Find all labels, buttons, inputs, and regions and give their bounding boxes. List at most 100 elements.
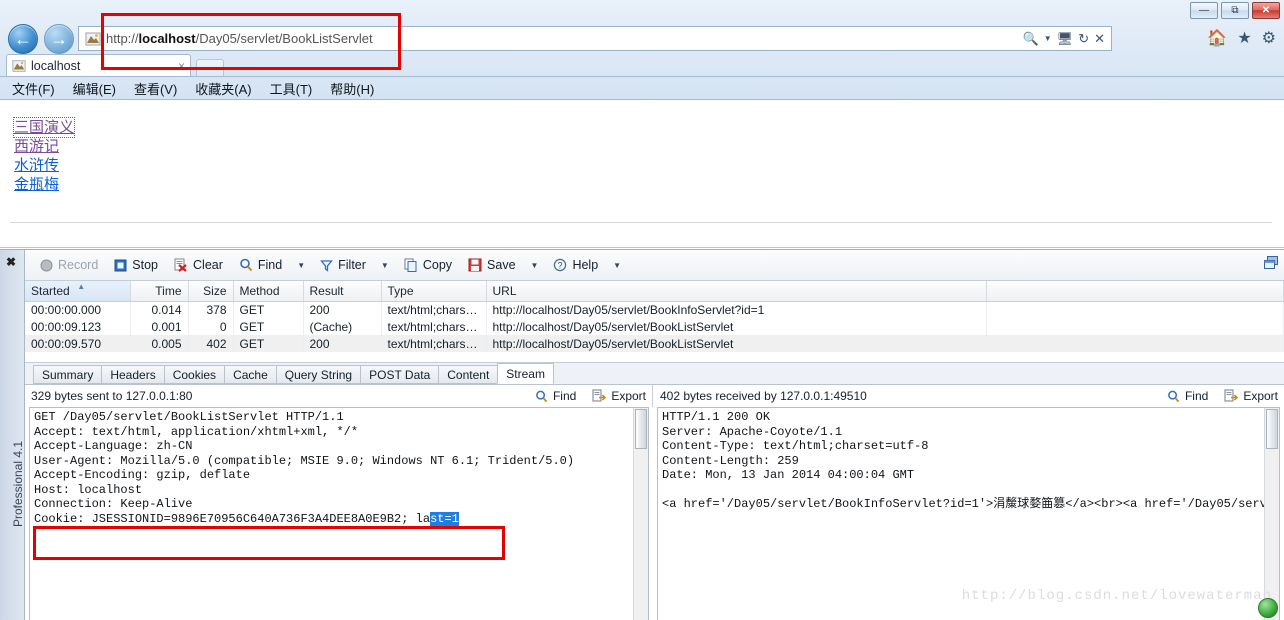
response-find-button[interactable]: Find xyxy=(1167,389,1208,403)
save-label: Save xyxy=(487,258,516,272)
tab-headers[interactable]: Headers xyxy=(101,365,165,384)
tools-gear-icon[interactable]: ⚙ xyxy=(1262,28,1276,48)
address-prefix: http:// xyxy=(106,31,139,46)
menu-item-tools[interactable]: 工具(T) xyxy=(268,78,315,99)
response-export-button[interactable]: Export xyxy=(1224,389,1278,403)
minimize-button[interactable]: — xyxy=(1190,2,1218,19)
stream-status-bars: 329 bytes sent to 127.0.0.1:80 Find Expo… xyxy=(25,385,1284,407)
refresh-icon[interactable]: ↻ xyxy=(1078,31,1089,47)
book-link-3[interactable]: 水浒传 xyxy=(14,156,59,175)
column-header-url[interactable]: URL xyxy=(486,281,987,302)
search-icon xyxy=(536,390,548,402)
help-label: Help xyxy=(572,258,599,272)
menu-item-edit[interactable]: 编辑(E) xyxy=(71,78,118,99)
find-button[interactable]: Find xyxy=(232,255,289,275)
page-viewport: 三国演义 西游记 水浒传 金瓶梅 xyxy=(0,100,1284,248)
back-arrow-icon: ← xyxy=(14,29,32,49)
forward-arrow-icon: → xyxy=(50,29,68,49)
screenshot-root: — ⧉ ✕ ← → http://localhost/Day05/servlet… xyxy=(0,0,1284,620)
stop-button[interactable]: Stop xyxy=(107,255,165,275)
help-button[interactable]: ? Help xyxy=(546,255,605,275)
cell-size: 378 xyxy=(188,301,234,318)
cell-url: http://localhost/Day05/servlet/BookListS… xyxy=(486,318,987,335)
request-export-button[interactable]: Export xyxy=(592,389,646,403)
browser-tab-localhost[interactable]: localhost × xyxy=(6,54,191,77)
address-bar-tools: 🔍 ▼ 🖥 ↻ ✕ xyxy=(1023,31,1107,47)
column-header-type[interactable]: Type xyxy=(381,281,487,302)
save-button[interactable]: Save xyxy=(461,255,523,275)
clear-button[interactable]: Clear xyxy=(167,255,230,275)
menu-item-favorites[interactable]: 收藏夹(A) xyxy=(193,78,253,99)
tab-post-data[interactable]: POST Data xyxy=(360,365,440,384)
column-header-result[interactable]: Result xyxy=(303,281,382,302)
window-controls: — ⧉ ✕ xyxy=(1190,2,1280,19)
table-row[interactable]: 00:00:00.000 0.014 378 GET 200 text/html… xyxy=(25,301,1284,318)
tab-cache[interactable]: Cache xyxy=(224,365,277,384)
book-link-1[interactable]: 三国演义 xyxy=(12,117,76,138)
book-link-2[interactable]: 西游记 xyxy=(14,137,59,156)
scrollbar-thumb[interactable] xyxy=(635,409,647,449)
new-tab-button[interactable] xyxy=(196,59,224,77)
compatibility-view-icon[interactable]: 🖥 xyxy=(1057,31,1074,47)
httpwatch-restore-window-button[interactable] xyxy=(1263,255,1280,277)
record-circle-icon xyxy=(40,259,53,271)
table-row[interactable]: 00:00:09.570 0.005 402 GET 200 text/html… xyxy=(25,335,1284,352)
cell-started: 00:00:09.123 xyxy=(25,318,131,335)
cell-url: http://localhost/Day05/servlet/BookInfoS… xyxy=(486,301,987,318)
request-pane-scrollbar[interactable] xyxy=(633,408,648,620)
record-button[interactable]: Record xyxy=(33,255,105,275)
home-icon[interactable]: 🏠 xyxy=(1207,28,1227,48)
favorites-star-icon[interactable]: ★ xyxy=(1237,28,1251,48)
httpwatch-close-icon[interactable]: ✖ xyxy=(6,255,16,269)
tab-summary[interactable]: Summary xyxy=(33,365,103,384)
column-header-size[interactable]: Size xyxy=(188,281,234,302)
tab-stream[interactable]: Stream xyxy=(497,363,554,384)
tab-query-string[interactable]: Query String xyxy=(275,365,362,384)
response-status-bar: 402 bytes received by 127.0.0.1:49510 Fi… xyxy=(654,385,1284,407)
tab-cookies[interactable]: Cookies xyxy=(163,365,226,384)
response-bytes-label: 402 bytes received by 127.0.0.1:49510 xyxy=(660,389,867,403)
copy-icon xyxy=(404,258,417,272)
filter-dropdown-chevron-down-icon[interactable]: ▼ xyxy=(375,258,395,273)
browser-toolbar-icons: 🏠 ★ ⚙ xyxy=(1207,28,1276,48)
book-link-4[interactable]: 金瓶梅 xyxy=(14,175,59,194)
restore-button[interactable]: ⧉ xyxy=(1221,2,1249,19)
chevron-down-icon[interactable]: ▼ xyxy=(1044,34,1052,43)
column-header-method[interactable]: Method xyxy=(233,281,304,302)
tab-close-icon[interactable]: × xyxy=(178,59,185,73)
find-dropdown-chevron-down-icon[interactable]: ▼ xyxy=(291,258,311,273)
find-label: Find xyxy=(257,258,283,272)
copy-button[interactable]: Copy xyxy=(397,255,459,275)
help-question-icon: ? xyxy=(554,258,567,272)
stop-label: Stop xyxy=(132,258,159,272)
menu-item-help[interactable]: 帮助(H) xyxy=(328,78,376,99)
menu-item-view[interactable]: 查看(V) xyxy=(132,78,179,99)
stop-icon[interactable]: ✕ xyxy=(1094,31,1105,47)
save-dropdown-chevron-down-icon[interactable]: ▼ xyxy=(525,258,545,273)
column-header-time[interactable]: Time xyxy=(130,281,189,302)
cell-filler xyxy=(986,301,1284,318)
close-button[interactable]: ✕ xyxy=(1252,2,1280,19)
cell-method: GET xyxy=(233,318,304,335)
help-dropdown-chevron-down-icon[interactable]: ▼ xyxy=(607,258,627,273)
filter-button[interactable]: Filter xyxy=(313,255,373,275)
httpwatch-panel: ✖ Professional 4.1 Record Stop Clear Fin… xyxy=(0,249,1284,620)
browser-chrome: — ⧉ ✕ ← → http://localhost/Day05/servlet… xyxy=(0,0,1284,100)
column-header-started[interactable]: ▲ Started xyxy=(25,281,131,302)
table-row[interactable]: 00:00:09.123 0.001 0 GET (Cache) text/ht… xyxy=(25,318,1284,335)
watermark-text: http://blog.csdn.net/lovewaterman xyxy=(961,588,1272,604)
address-bar[interactable]: http://localhost/Day05/servlet/BookListS… xyxy=(78,26,1112,51)
export-icon xyxy=(1224,389,1239,402)
cell-started: 00:00:00.000 xyxy=(25,301,131,318)
tab-content[interactable]: Content xyxy=(438,365,499,384)
back-button[interactable]: ← xyxy=(8,24,38,54)
request-stream-pane[interactable]: GET /Day05/servlet/BookListServlet HTTP/… xyxy=(29,407,649,620)
cell-type: text/html;chars… xyxy=(381,335,487,352)
request-grid[interactable]: ▲ Started Time Size Method Result Type U… xyxy=(25,281,1284,363)
search-icon[interactable]: 🔍 xyxy=(1023,31,1039,47)
menu-item-file[interactable]: 文件(F) xyxy=(10,78,57,99)
request-find-button[interactable]: Find xyxy=(535,389,576,403)
menu-bar: 文件(F) 编辑(E) 查看(V) 收藏夹(A) 工具(T) 帮助(H) xyxy=(0,78,1284,99)
forward-button[interactable]: → xyxy=(44,24,74,54)
scrollbar-thumb[interactable] xyxy=(1266,409,1278,449)
